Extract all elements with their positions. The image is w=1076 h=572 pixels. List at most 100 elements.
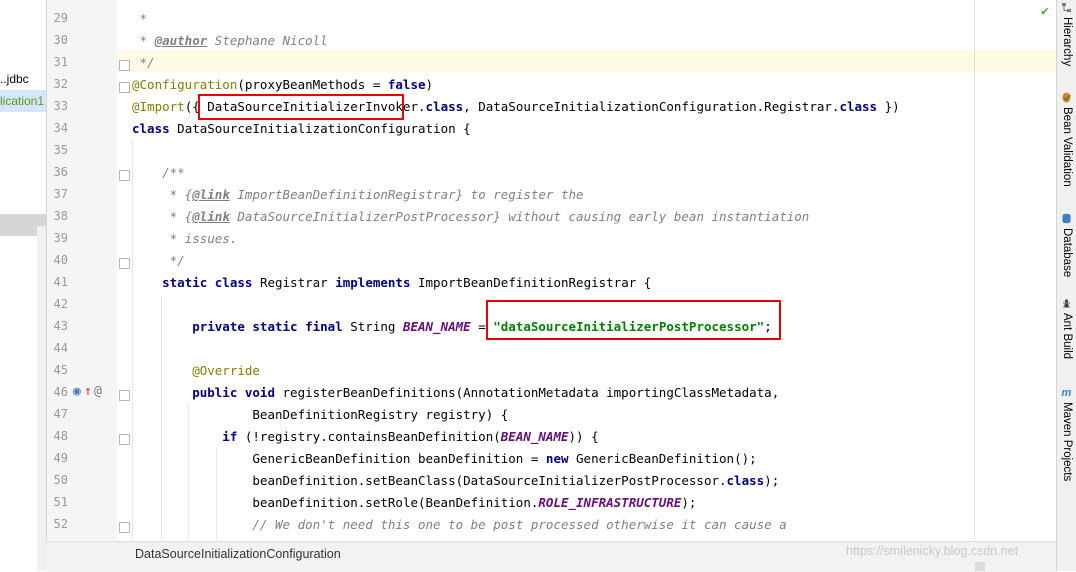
- right-tool-window-bar: Hierarchy Bean Validation Database Ant B…: [1056, 0, 1076, 571]
- code-token: */: [132, 55, 155, 70]
- code-token: new: [545, 451, 569, 466]
- code-token: DataSourceInitializerPostProcessor} with…: [229, 209, 810, 224]
- breadcrumb[interactable]: DataSourceInitializationConfiguration: [135, 547, 341, 561]
- code-token: BeanDefinitionRegistry registry) {: [132, 407, 509, 422]
- line-number: 48: [53, 429, 68, 443]
- fold-marker[interactable]: [119, 82, 130, 93]
- line-number: 31: [53, 55, 68, 69]
- tool-tab-database[interactable]: Database: [1059, 213, 1075, 277]
- line-number: 52: [53, 517, 68, 531]
- line-number: 35: [53, 143, 68, 157]
- code-line: * {@link ImportBeanDefinitionRegistrar} …: [132, 187, 584, 202]
- fold-marker[interactable]: [119, 522, 130, 533]
- highlight-box-invoker: [198, 94, 404, 120]
- tool-tab-maven-projects[interactable]: m Maven Projects: [1059, 387, 1075, 481]
- line-number: 43: [53, 319, 68, 333]
- code-line: static class Registrar implements Import…: [132, 275, 651, 290]
- code-line: /**: [132, 165, 185, 180]
- code-token: class: [726, 473, 765, 488]
- line-number: 33: [53, 99, 68, 113]
- line-number: 41: [53, 275, 68, 289]
- maven-icon: m: [1061, 387, 1072, 399]
- code-token: class: [425, 99, 464, 114]
- code-line: BeanDefinitionRegistry registry) {: [132, 407, 508, 422]
- code-token: private static final: [132, 319, 343, 334]
- code-token: * {: [132, 209, 193, 224]
- line-number: 30: [53, 33, 68, 47]
- code-token: */: [132, 253, 185, 268]
- fold-marker[interactable]: [119, 390, 130, 401]
- line-number: 45: [53, 363, 68, 377]
- code-token: @Configuration: [132, 77, 238, 92]
- tool-tab-label: Database: [1061, 228, 1073, 278]
- code-token: ROLE_INFRASTRUCTURE: [538, 495, 682, 510]
- code-line: // We don't need this one to be post pro…: [132, 517, 787, 532]
- code-line: class DataSourceInitializationConfigurat…: [132, 121, 471, 136]
- line-number: 37: [53, 187, 68, 201]
- code-token: class: [839, 99, 878, 114]
- bean-validation-icon: [1062, 92, 1073, 103]
- line-number: 36: [53, 165, 68, 179]
- project-tree-pane[interactable]: ..jdbc lication1: [0, 0, 47, 571]
- tool-tab-hierarchy[interactable]: Hierarchy: [1059, 2, 1075, 66]
- fold-marker[interactable]: [119, 258, 130, 269]
- code-token: );: [764, 473, 780, 488]
- tool-tab-label: Maven Projects: [1061, 402, 1073, 482]
- code-line: *: [132, 11, 148, 26]
- code-line: * @author Stephane Nicoll: [132, 33, 328, 48]
- up-arrow-icon[interactable]: ↑: [84, 384, 92, 399]
- code-line: beanDefinition.setRole(BeanDefinition.RO…: [132, 495, 696, 510]
- code-token: @link: [192, 187, 230, 202]
- line-number: 32: [53, 77, 68, 91]
- code-token: *: [132, 33, 155, 48]
- code-token: beanDefinition.setRole(BeanDefinition.: [132, 495, 539, 510]
- code-line: public void registerBeanDefinitions(Anno…: [132, 385, 779, 400]
- code-token: @Override: [132, 363, 260, 378]
- code-token: false: [387, 77, 426, 92]
- code-token: static class: [132, 275, 253, 290]
- current-line-highlight: [118, 50, 1056, 72]
- code-token: * {: [132, 187, 193, 202]
- line-number: 34: [53, 121, 68, 135]
- hierarchy-icon: [1062, 2, 1073, 13]
- code-line: */: [132, 55, 155, 70]
- override-annotation-icon[interactable]: @: [94, 384, 102, 399]
- tool-tab-bean-validation[interactable]: Bean Validation: [1059, 92, 1075, 187]
- project-tree-item[interactable]: ..jdbc: [0, 72, 29, 86]
- code-token: // We don't need this one to be post pro…: [132, 517, 787, 532]
- database-icon: [1062, 213, 1073, 224]
- line-number: 51: [53, 495, 68, 509]
- ant-icon: [1062, 298, 1073, 309]
- code-token: @Import: [132, 99, 185, 114]
- code-token: String: [342, 319, 403, 334]
- code-token: registerBeanDefinitions(AnnotationMetada…: [275, 385, 780, 400]
- tool-tab-label: Ant Build: [1061, 313, 1073, 360]
- fold-marker[interactable]: [119, 170, 130, 181]
- tool-tab-label: Hierarchy: [1061, 17, 1073, 67]
- right-margin-guide: [974, 0, 975, 540]
- tool-tab-ant-build[interactable]: Ant Build: [1059, 298, 1075, 359]
- project-tree-item[interactable]: lication1: [0, 94, 44, 108]
- tool-tab-label: Bean Validation: [1061, 107, 1073, 187]
- code-token: Stephane Nicoll: [207, 33, 328, 48]
- project-tree-scrollbar[interactable]: [37, 226, 46, 571]
- code-line: */: [132, 253, 185, 268]
- code-line: @Configuration(proxyBeanMethods = false): [132, 77, 433, 92]
- code-token: *: [132, 11, 148, 26]
- code-line: @Override: [132, 363, 260, 378]
- fold-marker[interactable]: [119, 434, 130, 445]
- line-number: 42: [53, 297, 68, 311]
- fold-marker[interactable]: [119, 60, 130, 71]
- code-token: GenericBeanDefinition beanDefinition =: [132, 451, 546, 466]
- implementing-method-icon[interactable]: ◉: [73, 384, 81, 399]
- horizontal-scrollbar[interactable]: [975, 562, 985, 571]
- code-token: beanDefinition.setBeanClass(DataSourceIn…: [132, 473, 727, 488]
- code-line: GenericBeanDefinition beanDefinition = n…: [132, 451, 757, 466]
- line-number: 38: [53, 209, 68, 223]
- code-token: class: [132, 121, 170, 136]
- line-number: 39: [53, 231, 68, 245]
- code-token: GenericBeanDefinition();: [568, 451, 757, 466]
- inspection-ok-icon[interactable]: ✔: [1041, 4, 1049, 19]
- line-number: 47: [53, 407, 68, 421]
- code-token: )) {: [568, 429, 599, 444]
